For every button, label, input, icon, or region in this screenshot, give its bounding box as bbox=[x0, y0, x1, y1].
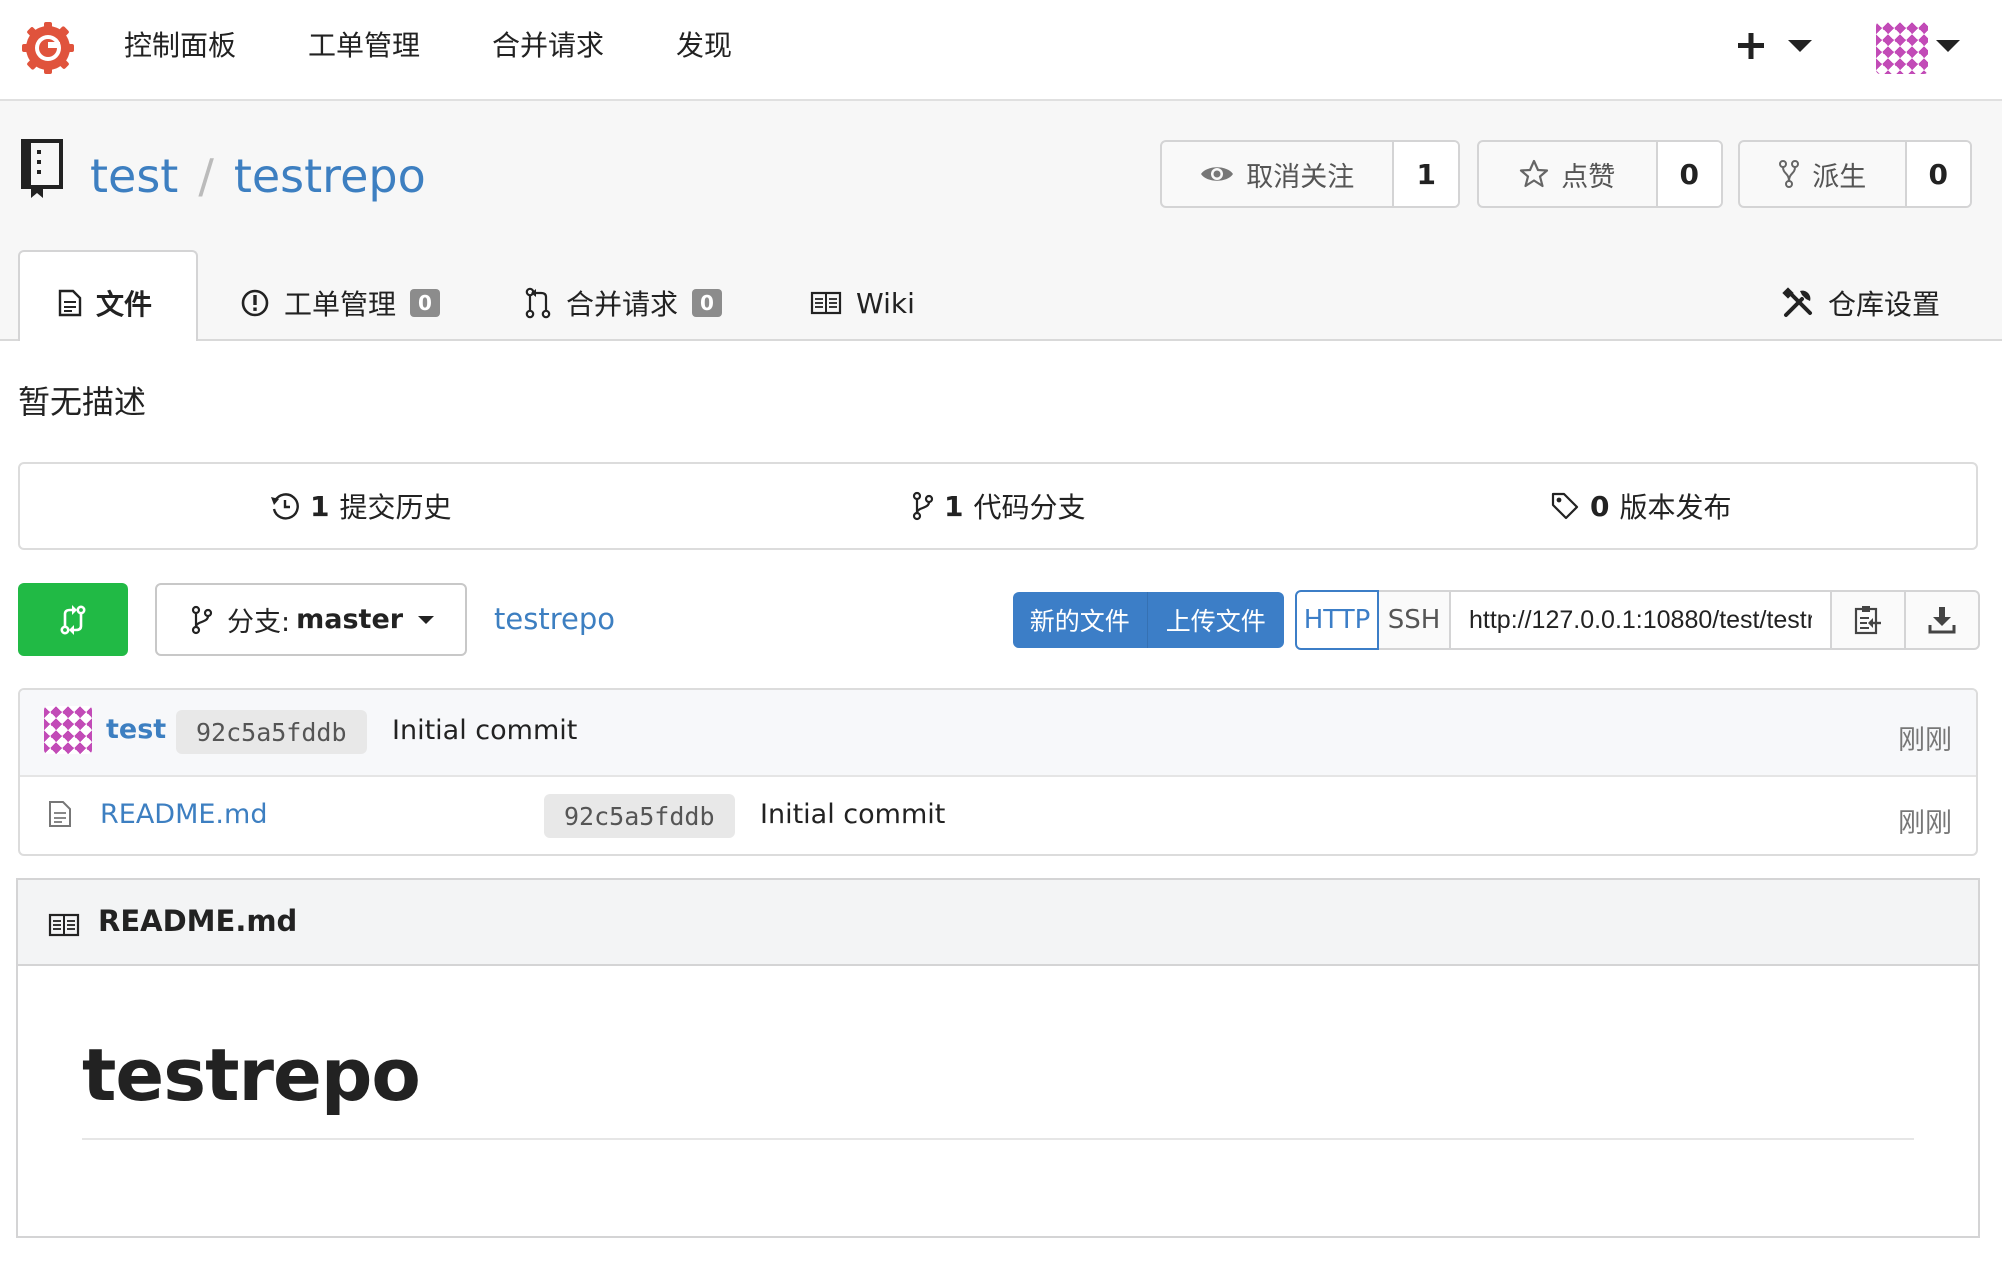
file-commit-message[interactable]: Initial commit bbox=[760, 799, 945, 830]
star-label: 点赞 bbox=[1561, 161, 1616, 193]
file-commit-time: 刚刚 bbox=[1898, 808, 1952, 839]
git-branch-icon bbox=[191, 605, 213, 634]
top-navbar: 控制面板 工单管理 合并请求 发现 bbox=[0, 0, 2002, 101]
http-clone-button[interactable]: HTTP bbox=[1295, 590, 1379, 650]
repo-title: test / testrepo bbox=[90, 148, 426, 204]
repo-icon bbox=[18, 138, 64, 204]
chevron-down-icon bbox=[1936, 40, 1960, 52]
star-button-group: 点赞 0 bbox=[1477, 140, 1723, 208]
book-icon bbox=[48, 913, 80, 937]
tools-icon bbox=[1782, 287, 1812, 317]
tab-wiki-label: Wiki bbox=[856, 286, 915, 320]
author-avatar[interactable] bbox=[44, 706, 92, 754]
tab-issues[interactable]: 工单管理 0 bbox=[240, 270, 440, 336]
repo-description: 暂无描述 bbox=[18, 383, 147, 421]
releases-count: 0 bbox=[1590, 489, 1610, 523]
latest-commit-row: test 92c5a5fddb Initial commit 刚刚 bbox=[20, 690, 1976, 777]
compare-pull-button[interactable] bbox=[18, 583, 128, 656]
upload-file-button[interactable]: 上传文件 bbox=[1148, 592, 1285, 648]
user-avatar bbox=[1876, 22, 1928, 74]
tab-pulls-label: 合并请求 bbox=[566, 288, 679, 321]
git-branch-icon bbox=[912, 491, 934, 521]
readme-header: README.md bbox=[18, 880, 1978, 966]
nav-pulls[interactable]: 合并请求 bbox=[492, 28, 604, 64]
readme-panel: README.md testrepo bbox=[16, 878, 1980, 1238]
eye-icon bbox=[1201, 167, 1234, 181]
stars-count[interactable]: 0 bbox=[1657, 142, 1721, 206]
commit-author-link[interactable]: test bbox=[106, 714, 166, 745]
commit-sha-button[interactable]: 92c5a5fddb bbox=[176, 710, 367, 754]
clipboard-icon bbox=[1854, 606, 1881, 635]
forks-count[interactable]: 0 bbox=[1906, 142, 1970, 206]
git-compare-icon bbox=[60, 604, 86, 635]
tab-pulls[interactable]: 合并请求 0 bbox=[524, 270, 722, 336]
tab-files[interactable]: 文件 bbox=[58, 270, 152, 336]
file-table: test 92c5a5fddb Initial commit 刚刚 README… bbox=[18, 688, 1978, 856]
branches-stat[interactable]: 1 代码分支 bbox=[912, 486, 1086, 526]
clone-url-group: HTTP SSH bbox=[1295, 590, 1980, 650]
commits-count: 1 bbox=[310, 489, 330, 523]
tab-settings[interactable]: 仓库设置 bbox=[1782, 270, 1940, 336]
gogs-logo-icon[interactable] bbox=[20, 20, 76, 76]
tag-icon bbox=[1551, 492, 1579, 520]
readme-divider bbox=[82, 1138, 1914, 1140]
file-text-icon bbox=[58, 289, 82, 317]
nav-issues[interactable]: 工单管理 bbox=[308, 28, 420, 64]
fork-button-group: 派生 0 bbox=[1738, 140, 1972, 208]
branches-count: 1 bbox=[944, 489, 964, 523]
fork-icon bbox=[1779, 160, 1800, 188]
download-archive-button[interactable] bbox=[1906, 590, 1980, 650]
commit-message: Initial commit bbox=[392, 715, 578, 746]
watch-button-group: 取消关注 1 bbox=[1160, 140, 1460, 208]
file-icon bbox=[49, 801, 71, 827]
tab-settings-label: 仓库设置 bbox=[1828, 288, 1941, 321]
branches-label: 代码分支 bbox=[973, 491, 1086, 524]
releases-stat[interactable]: 0 版本发布 bbox=[1550, 486, 1732, 526]
star-icon bbox=[1520, 159, 1549, 188]
star-button[interactable]: 点赞 bbox=[1479, 142, 1658, 206]
tab-issues-label: 工单管理 bbox=[284, 288, 397, 321]
file-commit-sha[interactable]: 92c5a5fddb bbox=[544, 794, 735, 838]
fork-button[interactable]: 派生 bbox=[1740, 142, 1907, 206]
commits-stat[interactable]: 1 提交历史 bbox=[270, 486, 452, 526]
clone-url-input[interactable] bbox=[1451, 590, 1832, 650]
create-new-dropdown[interactable] bbox=[1736, 28, 1826, 68]
repo-stats-bar: 1 提交历史 1 代码分支 0 版本发布 bbox=[18, 462, 1978, 550]
fork-label: 派生 bbox=[1812, 161, 1867, 193]
history-icon bbox=[271, 493, 299, 520]
file-actions-group: 新的文件 上传文件 bbox=[1013, 592, 1284, 648]
file-name-link[interactable]: README.md bbox=[100, 799, 267, 830]
issues-count-badge: 0 bbox=[410, 289, 440, 317]
tab-files-label: 文件 bbox=[96, 288, 153, 321]
caret-down-icon bbox=[418, 615, 435, 624]
tab-wiki[interactable]: Wiki bbox=[810, 270, 915, 336]
book-icon bbox=[810, 291, 842, 315]
branch-name: master bbox=[296, 604, 404, 635]
pulls-count-badge: 0 bbox=[692, 289, 722, 317]
watchers-count[interactable]: 1 bbox=[1394, 142, 1458, 206]
unwatch-button[interactable]: 取消关注 bbox=[1162, 142, 1395, 206]
branch-selector-dropdown[interactable]: 分支: master bbox=[155, 583, 467, 656]
table-row: README.md 92c5a5fddb Initial commit 刚刚 bbox=[20, 777, 1976, 854]
ssh-clone-button[interactable]: SSH bbox=[1379, 590, 1451, 650]
nav-explore[interactable]: 发现 bbox=[676, 28, 732, 64]
issue-opened-icon bbox=[241, 289, 269, 317]
repo-owner-link[interactable]: test bbox=[90, 149, 178, 203]
git-pull-request-icon bbox=[525, 287, 551, 319]
commits-label: 提交历史 bbox=[339, 491, 452, 524]
copy-url-button[interactable] bbox=[1832, 590, 1906, 650]
nav-dashboard[interactable]: 控制面板 bbox=[124, 28, 236, 64]
breadcrumb-repo-link[interactable]: testrepo bbox=[494, 602, 615, 636]
repo-name-link[interactable]: testrepo bbox=[234, 149, 426, 203]
new-file-button[interactable]: 新的文件 bbox=[1013, 592, 1148, 648]
releases-label: 版本发布 bbox=[1619, 491, 1732, 524]
readme-heading: testrepo bbox=[82, 1033, 421, 1117]
commit-time: 刚刚 bbox=[1898, 725, 1952, 756]
download-icon bbox=[1928, 607, 1956, 634]
repo-separator: / bbox=[198, 149, 214, 203]
branch-prefix: 分支: bbox=[227, 607, 291, 638]
unwatch-label: 取消关注 bbox=[1246, 161, 1355, 193]
readme-filename: README.md bbox=[98, 904, 298, 938]
